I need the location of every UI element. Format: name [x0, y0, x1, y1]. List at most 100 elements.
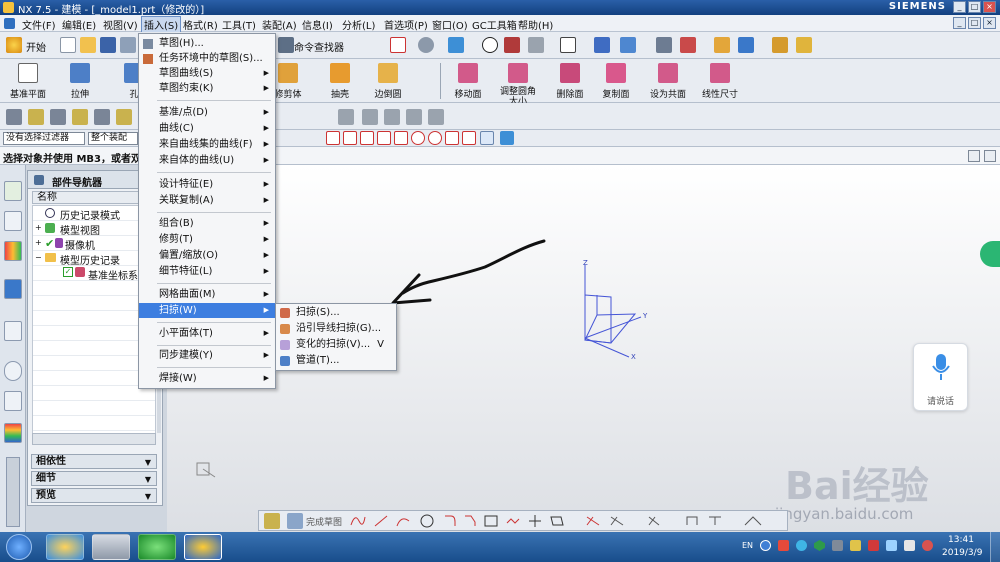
- shaded-cube-icon[interactable]: [448, 37, 464, 53]
- clip-view-icon[interactable]: [620, 37, 636, 53]
- taskbar-calculator-icon[interactable]: [92, 534, 130, 560]
- finish-sketch-button[interactable]: 完成草图: [306, 515, 342, 528]
- clock-date[interactable]: 2019/3/9: [942, 548, 982, 558]
- tree-horizontal-scrollbar[interactable]: [32, 433, 156, 445]
- snap-center-icon[interactable]: [411, 131, 425, 145]
- curve-blend-icon[interactable]: [94, 109, 110, 125]
- new-file-icon[interactable]: [60, 37, 76, 53]
- move-face-button[interactable]: 移动面: [446, 63, 490, 100]
- show-desktop-button[interactable]: [990, 532, 1000, 562]
- start-orb[interactable]: [6, 534, 32, 560]
- menu-file[interactable]: 文件(F): [22, 17, 56, 32]
- menu-window[interactable]: 窗口(O): [432, 17, 468, 32]
- snap-oncurve-icon[interactable]: [462, 131, 476, 145]
- network-tray-icon[interactable]: [850, 540, 861, 551]
- angle-icon[interactable]: [796, 37, 812, 53]
- command-finder-icon[interactable]: [278, 37, 294, 53]
- menu-item-sketch[interactable]: 草图(H)...: [139, 36, 275, 51]
- submenu-item-tube[interactable]: 管道(T)...: [276, 353, 396, 368]
- tray-browser-icon[interactable]: [796, 540, 807, 551]
- menu-item-weld[interactable]: 焊接(W) ▶: [139, 371, 275, 386]
- taskbar-ie-icon[interactable]: [46, 534, 84, 560]
- close-button[interactable]: ×: [983, 1, 996, 13]
- finish-sketch-icon[interactable]: [287, 513, 303, 529]
- floating-badge[interactable]: [980, 241, 1000, 267]
- menu-item-offset-scale[interactable]: 偏置/缩放(O) ▶: [139, 248, 275, 263]
- menu-format[interactable]: 格式(R): [183, 17, 218, 32]
- volume-tray-icon[interactable]: [904, 540, 915, 551]
- help-tray-icon[interactable]: [760, 540, 771, 551]
- curve-offset-icon[interactable]: [50, 109, 66, 125]
- curve-tool-icon[interactable]: [6, 109, 22, 125]
- play-icon[interactable]: [738, 37, 754, 53]
- edge-blend-button[interactable]: 边倒圆: [366, 63, 410, 100]
- web-browser-tab[interactable]: [4, 321, 22, 341]
- menu-item-sketch-curve[interactable]: 草图曲线(S) ▶: [139, 66, 275, 81]
- expand-icon[interactable]: +: [35, 238, 42, 247]
- menu-item-mesh-surface[interactable]: 网格曲面(M) ▶: [139, 287, 275, 302]
- menu-item-combine[interactable]: 组合(B) ▶: [139, 216, 275, 231]
- constraint-navigator-tab[interactable]: [4, 211, 22, 231]
- ruler-icon[interactable]: [772, 37, 788, 53]
- rotate-view-icon[interactable]: [418, 37, 434, 53]
- doc-minimize-button[interactable]: _: [953, 17, 966, 29]
- preview-section[interactable]: 预览 ▼: [31, 488, 157, 503]
- assembly-navigator-tab[interactable]: [4, 181, 22, 201]
- fit-view-icon[interactable]: [390, 37, 406, 53]
- sketch-icon[interactable]: [264, 513, 280, 529]
- snap-face-icon[interactable]: [480, 131, 494, 145]
- resize-blend-button[interactable]: 调整圆角大小: [496, 63, 540, 107]
- datum-plane-button[interactable]: 基准平面: [6, 63, 50, 100]
- doc-restore-button[interactable]: □: [968, 17, 981, 29]
- cut-icon[interactable]: [120, 37, 136, 53]
- section-view-icon[interactable]: [594, 37, 610, 53]
- system-materials-tab[interactable]: [4, 391, 22, 411]
- tree-item-history-mode[interactable]: 历史记录模式: [60, 207, 120, 222]
- taskbar-nx-icon[interactable]: [184, 534, 222, 560]
- menu-item-curve[interactable]: 曲线(C) ▶: [139, 121, 275, 136]
- grey-cube-icon[interactable]: [528, 37, 544, 53]
- menu-item-trim[interactable]: 修剪(T) ▶: [139, 232, 275, 247]
- usb-tray-icon[interactable]: [832, 540, 843, 551]
- reuse-library-tab[interactable]: [4, 241, 22, 261]
- selection-filter-dropdown[interactable]: 没有选择过滤器: [3, 132, 85, 145]
- delete-face-button[interactable]: 删除面: [548, 63, 592, 100]
- taskbar-refresh-icon[interactable]: [138, 534, 176, 560]
- triangle-icon[interactable]: [384, 109, 400, 125]
- snap-mid-icon[interactable]: [360, 131, 374, 145]
- dependencies-section[interactable]: 相依性 ▼: [31, 454, 157, 469]
- magic-wand-icon[interactable]: [714, 37, 730, 53]
- menu-tools[interactable]: 工具(T): [222, 17, 256, 32]
- power-tray-icon[interactable]: [922, 540, 933, 551]
- voice-input-widget[interactable]: 请说话: [913, 343, 968, 411]
- menu-item-sweep[interactable]: 扫掠(W) ▶: [139, 303, 275, 318]
- chevron-down-icon[interactable]: ▼: [142, 490, 154, 501]
- nx-menu-icon[interactable]: [4, 18, 15, 29]
- extrude-button[interactable]: 拉伸: [58, 63, 102, 100]
- make-coplanar-button[interactable]: 设为共面: [646, 63, 690, 100]
- menu-item-curve-from-bodies[interactable]: 来自体的曲线(U) ▶: [139, 153, 275, 168]
- assembly-scope-dropdown[interactable]: 整个装配: [88, 132, 138, 145]
- menu-edit[interactable]: 编辑(E): [62, 17, 96, 32]
- checkmark-icon[interactable]: ✔: [45, 237, 54, 250]
- menu-info[interactable]: 信息(I): [302, 17, 333, 32]
- history-tab[interactable]: [4, 361, 22, 381]
- menu-preferences[interactable]: 首选项(P): [384, 17, 428, 32]
- maximize-button[interactable]: □: [968, 1, 981, 13]
- pin-icon[interactable]: [34, 175, 44, 185]
- clock-time[interactable]: 13:41: [948, 535, 974, 545]
- background-icon[interactable]: [560, 37, 576, 53]
- menu-item-detail-feature[interactable]: 细节特征(L) ▶: [139, 264, 275, 279]
- copy-face-button[interactable]: 复制面: [594, 63, 638, 100]
- security-tray-icon[interactable]: [814, 540, 825, 551]
- menu-help[interactable]: 帮助(H): [518, 17, 553, 32]
- snap-intersect-icon[interactable]: [394, 131, 408, 145]
- submenu-item-variational-sweep[interactable]: 变化的扫掠(V)... V: [276, 337, 396, 352]
- chevron-down-icon[interactable]: ▼: [142, 456, 154, 467]
- snap-control-icon[interactable]: [377, 131, 391, 145]
- panel-settings-icon[interactable]: [984, 150, 996, 162]
- tree-item-cameras[interactable]: 摄像机: [65, 237, 95, 252]
- menu-item-sketch-constraint[interactable]: 草图约束(K) ▶: [139, 81, 275, 96]
- start-icon[interactable]: [6, 37, 22, 53]
- face-split-icon[interactable]: [362, 109, 378, 125]
